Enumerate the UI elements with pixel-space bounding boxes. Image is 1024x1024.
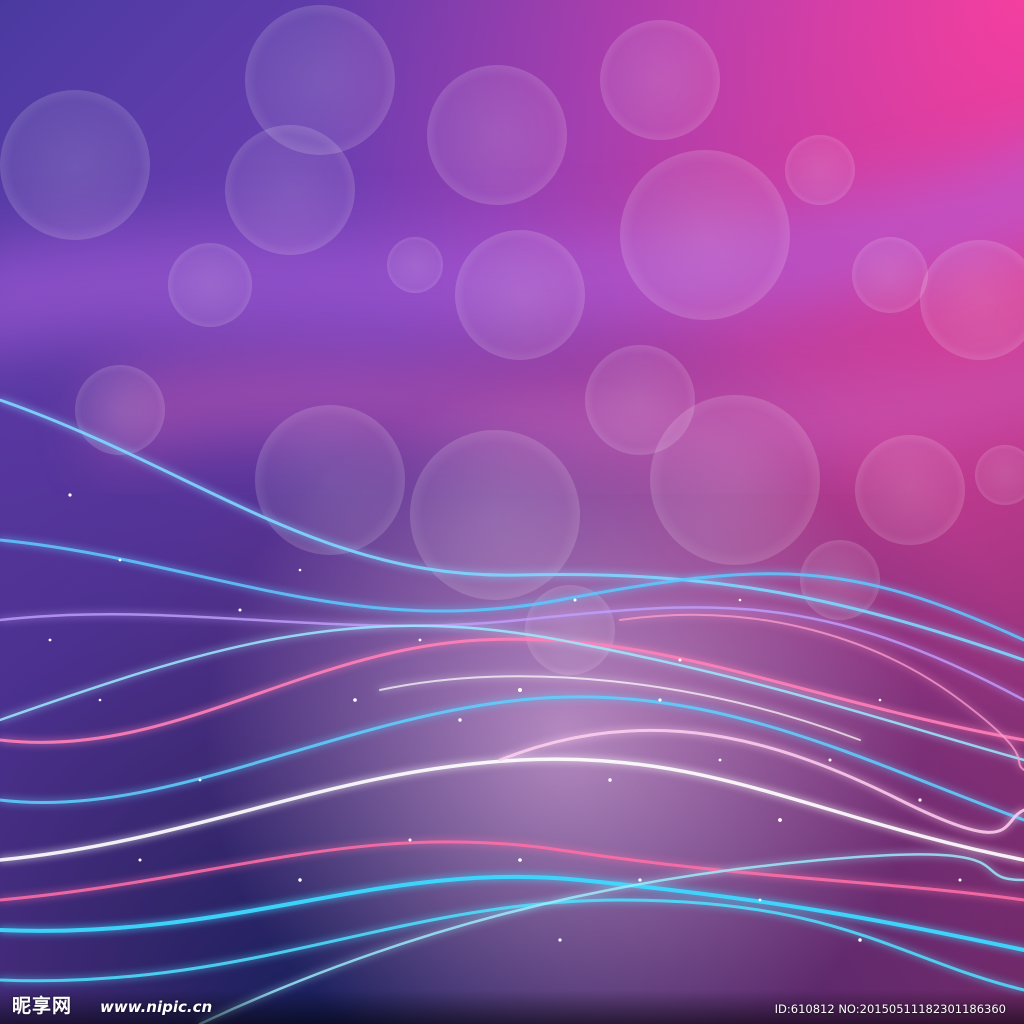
watermark-bar: 昵享网 www.nipic.cn ID:610812 NO:2015051118… (0, 990, 1024, 1024)
background-canvas: 昵享网 www.nipic.cn ID:610812 NO:2015051118… (0, 0, 1024, 1024)
abstract-wave-artwork (0, 0, 1024, 1024)
watermark-image-id: ID:610812 NO:20150511182301186360 (774, 1002, 1006, 1016)
watermark-site-url: www.nipic.cn (100, 998, 213, 1016)
watermark-logo: 昵享网 (12, 995, 73, 1017)
